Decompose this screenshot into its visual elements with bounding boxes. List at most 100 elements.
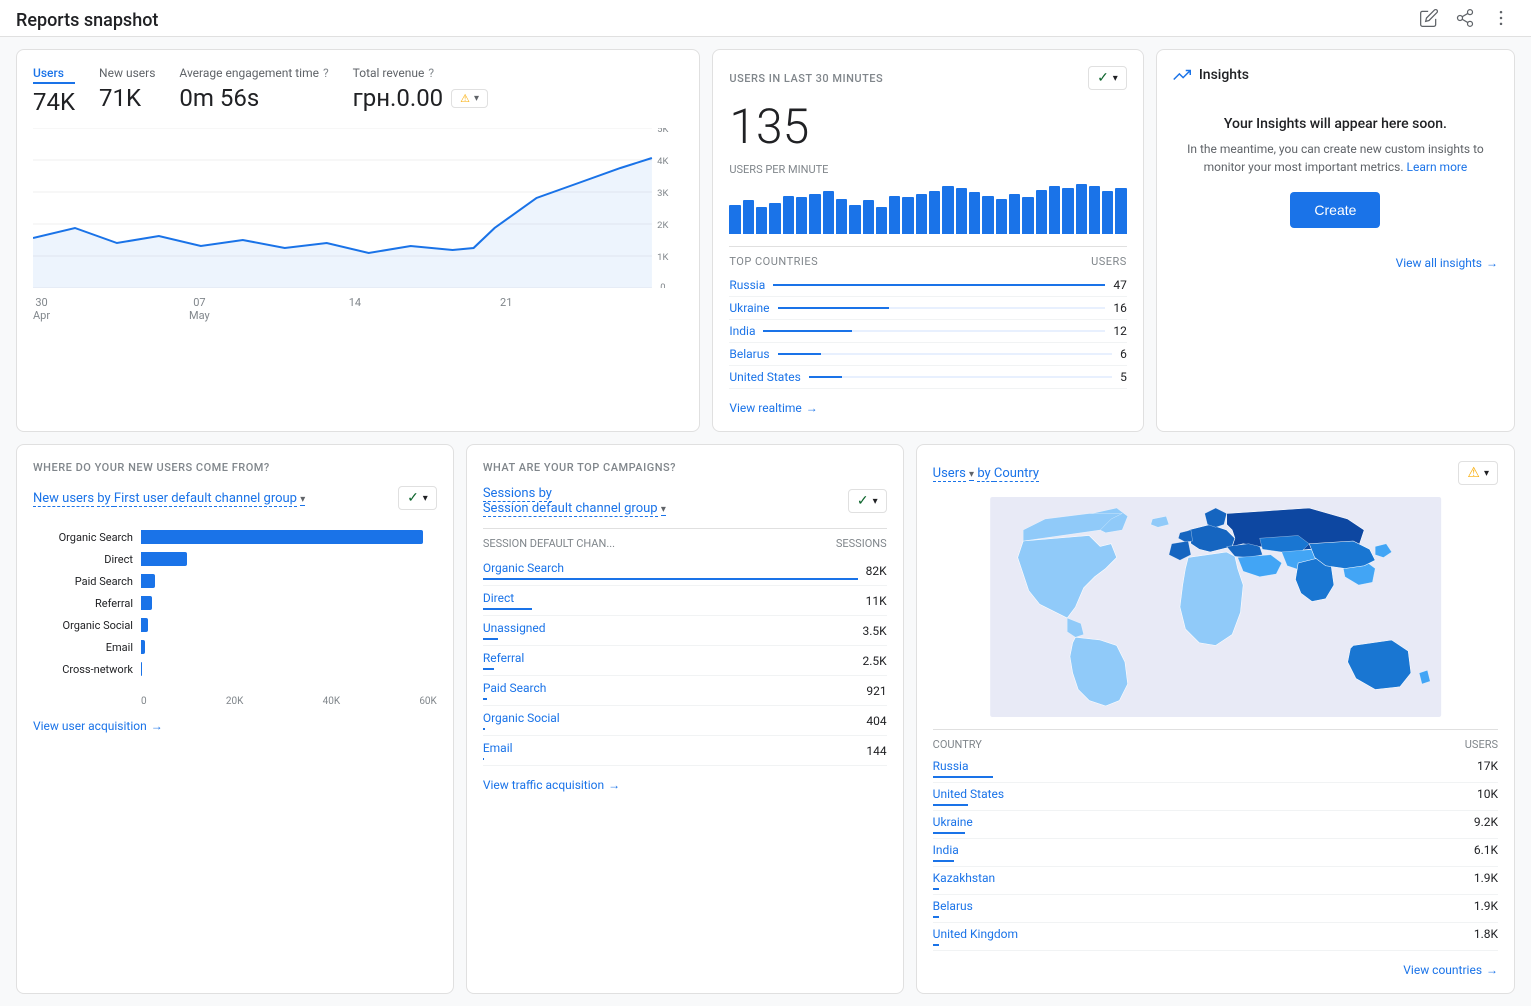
create-insights-button[interactable]: Create bbox=[1290, 192, 1380, 228]
countries-dropdown-icon[interactable]: ▾ bbox=[969, 469, 974, 481]
acquisition-subtitle: New users by First user default channel … bbox=[33, 491, 305, 506]
insights-card: Insights Your Insights will appear here … bbox=[1156, 49, 1515, 432]
acquisition-bar-chart: Organic Search Direct Paid Search Referr… bbox=[33, 522, 437, 692]
countries-table-header: TOP COUNTRIES USERS bbox=[729, 246, 1126, 268]
view-realtime-link[interactable]: View realtime → bbox=[729, 401, 1126, 415]
mini-bar-item bbox=[876, 207, 887, 234]
edit-icon[interactable] bbox=[1419, 8, 1443, 32]
country-name[interactable]: India bbox=[729, 324, 755, 338]
campaigns-dropdown[interactable]: ✓ ▾ bbox=[848, 489, 887, 513]
camp-name[interactable]: Email bbox=[483, 741, 513, 755]
campaigns-card: WHAT ARE YOUR TOP CAMPAIGNS? Sessions by… bbox=[466, 444, 904, 994]
country-bar-fill bbox=[778, 353, 821, 355]
revenue-value: грн.0.00 bbox=[353, 84, 444, 112]
mini-bar-item bbox=[1062, 188, 1073, 234]
campaign-row: Direct 11K bbox=[483, 586, 887, 616]
camp-name[interactable]: Unassigned bbox=[483, 621, 546, 635]
dim-dropdown-icon[interactable]: ▾ bbox=[300, 494, 305, 506]
bar-label: Email bbox=[33, 641, 133, 654]
acquisition-dropdown[interactable]: ✓ ▾ bbox=[398, 486, 437, 510]
ct-country-bar bbox=[933, 804, 968, 806]
countries-subtitle: Users ▾ by Country bbox=[933, 466, 1039, 481]
chart-x-labels: 30Apr 07May 14 21 bbox=[33, 292, 683, 322]
ct-country-name[interactable]: Belarus bbox=[933, 899, 973, 913]
country-table-row: Kazakhstan 1.9K bbox=[933, 867, 1498, 895]
revenue-label: Total revenue ? bbox=[353, 66, 488, 80]
country-name[interactable]: United States bbox=[729, 370, 800, 384]
mini-bar-item bbox=[1049, 186, 1060, 234]
mini-bar-item bbox=[902, 197, 913, 234]
bar-label: Organic Search bbox=[33, 531, 133, 544]
mini-bar-item bbox=[889, 196, 900, 234]
camp-name[interactable]: Referral bbox=[483, 651, 525, 665]
row2: WHERE DO YOUR NEW USERS COME FROM? New u… bbox=[16, 444, 1515, 994]
camp-dim-dropdown-icon[interactable]: ▾ bbox=[661, 504, 666, 516]
bar-label: Organic Social bbox=[33, 619, 133, 632]
camp-name[interactable]: Organic Search bbox=[483, 561, 564, 575]
country-name[interactable]: Ukraine bbox=[729, 301, 769, 315]
view-all-insights-link[interactable]: View all insights → bbox=[1173, 256, 1498, 270]
camp-name[interactable]: Organic Social bbox=[483, 711, 560, 725]
revenue-help-icon[interactable]: ? bbox=[428, 66, 434, 80]
ct-country-bar bbox=[933, 944, 940, 946]
country-bar-fill bbox=[778, 307, 889, 309]
acquisition-card: WHERE DO YOUR NEW USERS COME FROM? New u… bbox=[16, 444, 454, 994]
view-campaigns-link[interactable]: View traffic acquisition → bbox=[483, 778, 887, 792]
campaign-row: Organic Social 404 bbox=[483, 706, 887, 736]
camp-bar bbox=[483, 638, 498, 640]
country-table-row: India 6.1K bbox=[933, 839, 1498, 867]
acquisition-sub-header-top: New users by First user default channel … bbox=[33, 486, 437, 510]
ct-country-name[interactable]: Russia bbox=[933, 759, 969, 773]
realtime-country-row: United States 5 bbox=[729, 366, 1126, 389]
revenue-warning-badge[interactable]: ⚠ ▾ bbox=[451, 89, 488, 108]
users-label[interactable]: Users bbox=[33, 66, 75, 84]
campaign-row: Email 144 bbox=[483, 736, 887, 766]
camp-bar bbox=[483, 668, 494, 670]
mini-bar-item bbox=[1022, 197, 1033, 234]
campaigns-table-header: SESSION DEFAULT CHAN... SESSIONS bbox=[483, 528, 887, 550]
view-acquisition-link[interactable]: View user acquisition → bbox=[33, 719, 437, 733]
mini-bar-item bbox=[969, 192, 980, 234]
acquisition-bar-row: Referral bbox=[33, 596, 437, 610]
help-icon[interactable]: ? bbox=[323, 66, 329, 80]
page-header: Reports snapshot bbox=[0, 0, 1531, 37]
ct-country-name[interactable]: India bbox=[933, 843, 959, 857]
camp-bar bbox=[483, 758, 484, 760]
share-icon[interactable] bbox=[1455, 8, 1479, 32]
ct-country-name[interactable]: Ukraine bbox=[933, 815, 973, 829]
camp-count: 404 bbox=[866, 714, 886, 728]
countries-warning-dropdown[interactable]: ⚠ ▾ bbox=[1458, 461, 1498, 485]
mini-bar-item bbox=[1036, 190, 1047, 234]
dropdown-chevron: ▾ bbox=[474, 93, 479, 104]
view-countries-link[interactable]: View countries → bbox=[933, 963, 1498, 977]
camp-name-wrap: Organic Search bbox=[483, 561, 858, 580]
ct-name-wrap: Russia bbox=[933, 759, 993, 778]
ct-country-name[interactable]: United States bbox=[933, 787, 1004, 801]
line-chart-svg: 5K 4K 3K 2K 1K 0 bbox=[33, 128, 683, 288]
country-name[interactable]: Russia bbox=[729, 278, 765, 292]
mini-bar-item bbox=[1076, 184, 1087, 234]
mini-bar-item bbox=[743, 200, 754, 234]
camp-count: 11K bbox=[866, 594, 887, 608]
camp-name[interactable]: Paid Search bbox=[483, 681, 547, 695]
camp-name[interactable]: Direct bbox=[483, 591, 514, 605]
bar-track bbox=[141, 662, 437, 676]
realtime-country-row: Russia 47 bbox=[729, 274, 1126, 297]
overview-chart: 5K 4K 3K 2K 1K 0 30Apr 07May 14 21 bbox=[33, 128, 683, 328]
learn-more-link[interactable]: Learn more bbox=[1407, 160, 1468, 174]
realtime-country-row: Ukraine 16 bbox=[729, 297, 1126, 320]
new-users-metric: New users 71K bbox=[99, 66, 155, 112]
country-table-row: Ukraine 9.2K bbox=[933, 811, 1498, 839]
users-col: USERS bbox=[1091, 255, 1127, 268]
mini-bar-item bbox=[929, 191, 940, 234]
country-name[interactable]: Belarus bbox=[729, 347, 769, 361]
camp-check-icon: ✓ bbox=[857, 493, 869, 509]
ct-name-wrap: United States bbox=[933, 787, 1004, 806]
country-table-row: Russia 17K bbox=[933, 755, 1498, 783]
ct-name-wrap: India bbox=[933, 843, 959, 862]
ct-country-name[interactable]: United Kingdom bbox=[933, 927, 1018, 941]
mini-bar-item bbox=[916, 194, 927, 234]
realtime-dropdown[interactable]: ✓ ▾ bbox=[1088, 66, 1127, 90]
ct-country-name[interactable]: Kazakhstan bbox=[933, 871, 996, 885]
more-icon[interactable] bbox=[1491, 8, 1515, 32]
